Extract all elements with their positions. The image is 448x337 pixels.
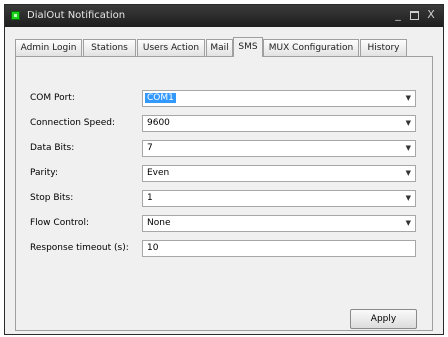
minimize-button[interactable]: _ — [391, 8, 405, 22]
window-title: DialOut Notification — [27, 10, 126, 21]
maximize-icon — [409, 10, 419, 20]
chevron-down-icon: ▼ — [405, 119, 411, 127]
data-bits-value: 7 — [147, 143, 153, 153]
response-timeout-input[interactable]: 10 — [142, 240, 416, 257]
flow-control-label: Flow Control: — [30, 218, 89, 228]
tab-users-action[interactable]: Users Action — [137, 39, 205, 56]
data-bits-select[interactable]: 7 ▼ — [142, 140, 416, 157]
stop-bits-select[interactable]: 1 ▼ — [142, 190, 416, 207]
flow-control-value: None — [147, 218, 171, 228]
sms-panel: COM Port: COM1 ▼ Connection Speed: 9600 … — [15, 56, 433, 331]
dialout-window: DialOut Notification _ X Admin Login Sta… — [4, 4, 444, 335]
stop-bits-label: Stop Bits: — [30, 193, 74, 203]
tab-stations[interactable]: Stations — [83, 39, 136, 56]
chevron-down-icon: ▼ — [405, 219, 411, 227]
parity-label: Parity: — [30, 168, 58, 178]
tab-admin-login[interactable]: Admin Login — [15, 39, 82, 56]
chevron-down-icon: ▼ — [405, 194, 411, 202]
com-port-value: COM1 — [145, 93, 176, 103]
app-icon — [11, 11, 20, 20]
chevron-down-icon: ▼ — [405, 144, 411, 152]
parity-select[interactable]: Even ▼ — [142, 165, 416, 182]
parity-value: Even — [147, 168, 170, 178]
chevron-down-icon: ▼ — [405, 169, 411, 177]
apply-button[interactable]: Apply — [350, 309, 417, 329]
title-bar[interactable]: DialOut Notification _ X — [5, 5, 443, 27]
connection-speed-value: 9600 — [147, 118, 170, 128]
stop-bits-value: 1 — [147, 193, 153, 203]
chevron-down-icon: ▼ — [405, 94, 411, 102]
tab-sms[interactable]: SMS — [233, 37, 263, 57]
tab-mail[interactable]: Mail — [206, 39, 233, 56]
com-port-label: COM Port: — [30, 93, 75, 103]
tab-history[interactable]: History — [360, 39, 407, 56]
response-timeout-label: Response timeout (s): — [30, 243, 129, 253]
flow-control-select[interactable]: None ▼ — [142, 215, 416, 232]
data-bits-label: Data Bits: — [30, 143, 75, 153]
tab-mux-configuration[interactable]: MUX Configuration — [263, 39, 359, 56]
com-port-select[interactable]: COM1 ▼ — [142, 90, 416, 107]
connection-speed-label: Connection Speed: — [30, 118, 116, 128]
close-button[interactable]: X — [424, 8, 438, 22]
maximize-button[interactable] — [407, 8, 421, 22]
response-timeout-value: 10 — [147, 243, 159, 253]
connection-speed-select[interactable]: 9600 ▼ — [142, 115, 416, 132]
